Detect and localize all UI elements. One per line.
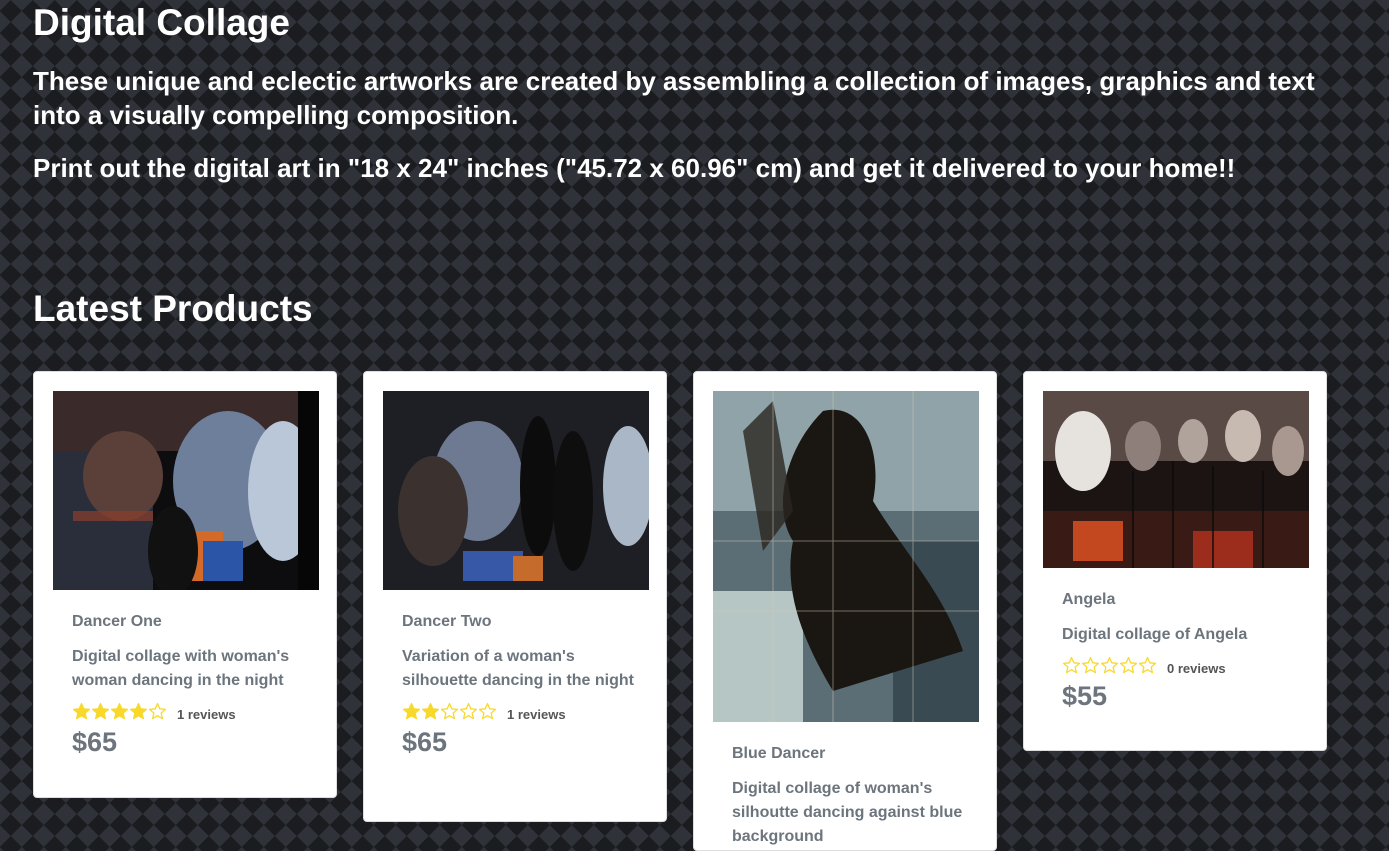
product-card-dancer-one[interactable]: Dancer One Digital collage with woman's …: [33, 371, 337, 798]
latest-products-heading: Latest Products: [33, 288, 313, 329]
star-empty-icon: [478, 702, 497, 720]
product-description: Digital collage with woman's woman danci…: [72, 648, 290, 689]
star-empty-icon: [1062, 656, 1081, 674]
star-empty-icon: [1081, 656, 1100, 674]
star-filled-icon: [129, 702, 148, 720]
page-title: Digital Collage: [33, 2, 290, 43]
review-count: 1 reviews: [507, 706, 566, 722]
star-filled-icon: [421, 702, 440, 720]
product-rating: 0 reviews: [1062, 656, 1296, 680]
star-rating: [402, 702, 497, 726]
product-card-dancer-two[interactable]: Dancer Two Variation of a woman's silhou…: [363, 371, 667, 822]
product-body: Dancer Two Variation of a woman's silhou…: [402, 611, 636, 759]
star-filled-icon: [110, 702, 129, 720]
star-rating: [1062, 656, 1157, 680]
star-empty-icon: [459, 702, 478, 720]
intro-section: Digital Collage These unique and eclecti…: [33, 0, 1333, 185]
product-card-blue-dancer[interactable]: Blue Dancer Digital collage of woman's s…: [693, 371, 997, 851]
product-card-angela[interactable]: Angela Digital collage of Angela 0 revie…: [1023, 371, 1327, 751]
product-description: Variation of a woman's silhouette dancin…: [402, 648, 634, 689]
product-price: $55: [1062, 681, 1108, 711]
product-image-dancer-two[interactable]: [383, 391, 649, 590]
product-body: Dancer One Digital collage with woman's …: [72, 611, 306, 759]
product-price: $65: [72, 727, 118, 757]
product-name[interactable]: Blue Dancer: [732, 743, 966, 765]
product-body: Angela Digital collage of Angela 0 revie…: [1062, 589, 1296, 713]
star-filled-icon: [91, 702, 110, 720]
product-image-angela[interactable]: [1043, 391, 1309, 568]
product-name[interactable]: Angela: [1062, 589, 1296, 611]
review-count: 1 reviews: [177, 706, 236, 722]
product-name[interactable]: Dancer One: [72, 611, 306, 633]
print-note: Print out the digital art in "18 x 24" i…: [33, 153, 1236, 183]
product-rating: 1 reviews: [72, 702, 306, 726]
product-price: $65: [402, 727, 448, 757]
product-name[interactable]: Dancer Two: [402, 611, 636, 633]
product-description: Digital collage of woman's silhoutte dan…: [732, 780, 963, 845]
product-description: Digital collage of Angela: [1062, 626, 1248, 643]
star-empty-icon: [1119, 656, 1138, 674]
product-image-blue-dancer[interactable]: [713, 391, 979, 722]
star-empty-icon: [1100, 656, 1119, 674]
product-rating: 1 reviews: [402, 702, 636, 726]
product-body: Blue Dancer Digital collage of woman's s…: [732, 743, 966, 849]
star-filled-icon: [72, 702, 91, 720]
star-filled-icon: [402, 702, 421, 720]
review-count: 0 reviews: [1167, 660, 1226, 676]
product-image-dancer-one[interactable]: [53, 391, 319, 590]
star-empty-icon: [440, 702, 459, 720]
intro-description: These unique and eclectic artworks are c…: [33, 66, 1315, 130]
star-empty-icon: [1138, 656, 1157, 674]
star-rating: [72, 702, 167, 726]
star-empty-icon: [148, 702, 167, 720]
